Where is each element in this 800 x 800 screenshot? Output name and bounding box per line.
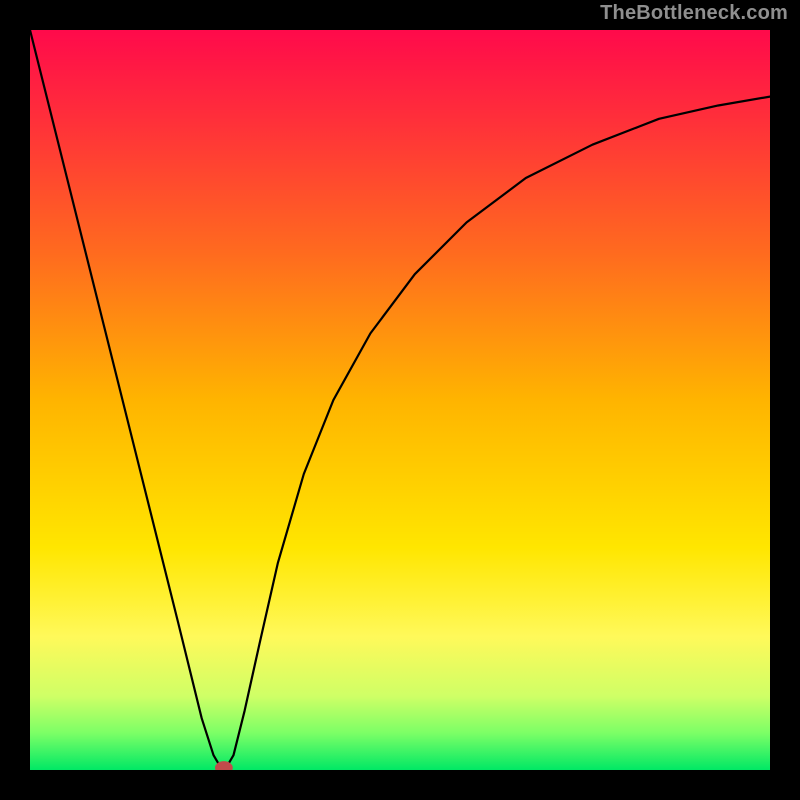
- bottleneck-chart: [30, 30, 770, 770]
- chart-frame: TheBottleneck.com: [0, 0, 800, 800]
- attribution-label: TheBottleneck.com: [600, 2, 788, 25]
- chart-background: [30, 30, 770, 770]
